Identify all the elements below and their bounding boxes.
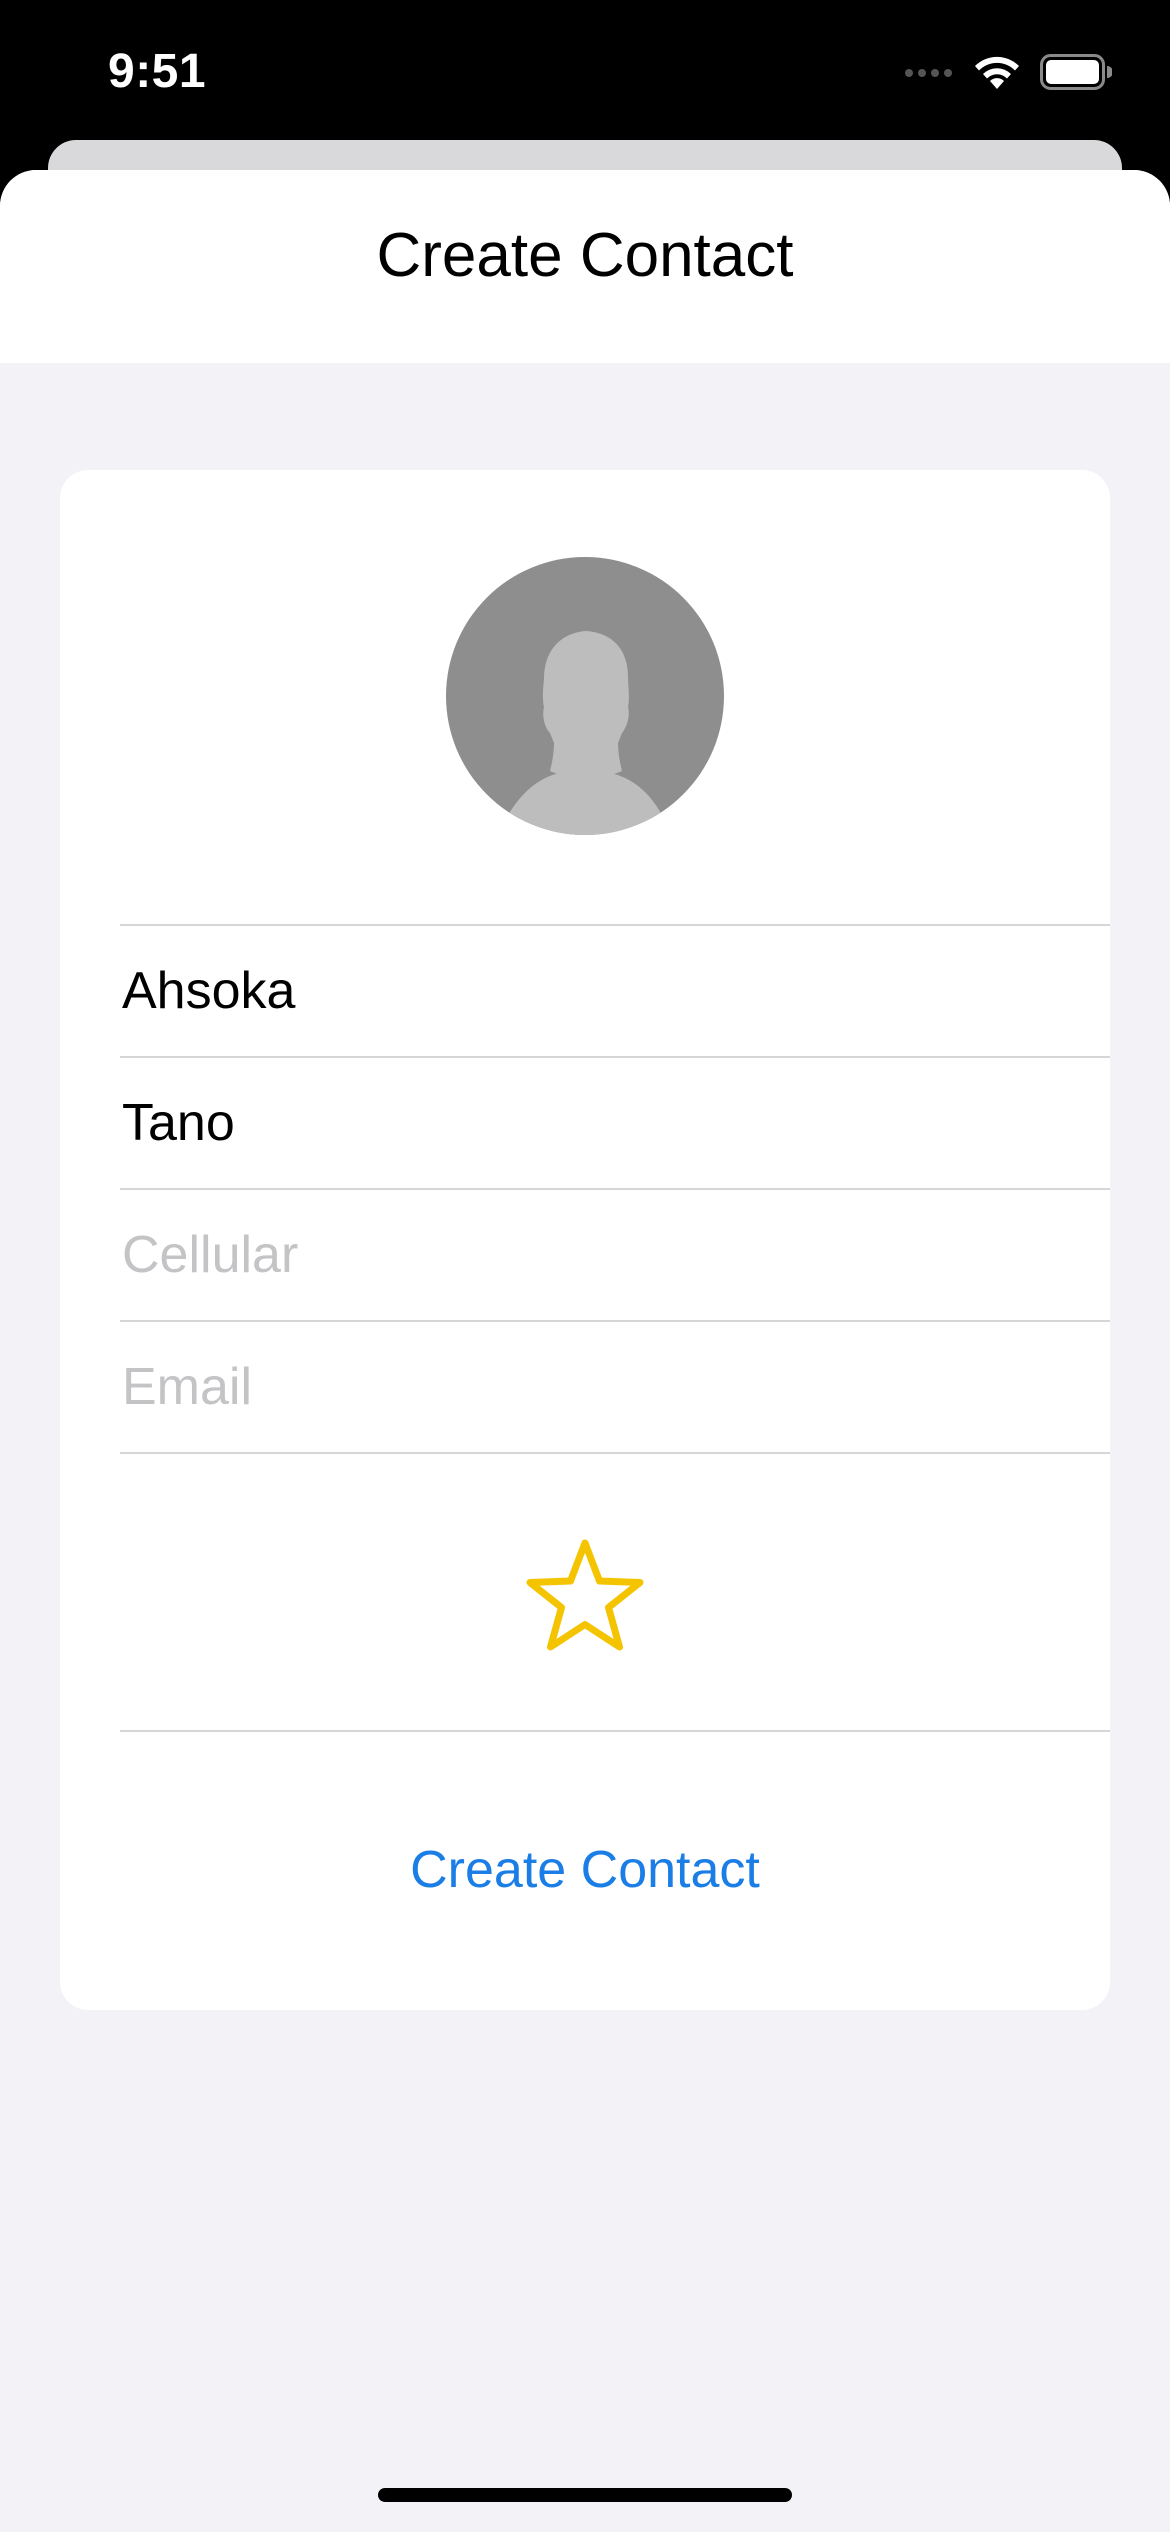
last-name-row xyxy=(120,1056,1110,1188)
contact-form-card: Create Contact xyxy=(60,470,1110,2010)
email-field[interactable] xyxy=(122,1322,1102,1452)
status-time: 9:51 xyxy=(108,45,207,98)
status-icons xyxy=(904,52,1113,96)
last-name-field[interactable] xyxy=(122,1058,1102,1188)
create-contact-button[interactable]: Create Contact xyxy=(60,1840,1110,1900)
cellular-row xyxy=(120,1188,1110,1320)
avatar[interactable] xyxy=(446,557,724,835)
navigation-bar: Create Contact xyxy=(0,170,1170,363)
home-indicator[interactable] xyxy=(378,2488,792,2502)
battery-icon xyxy=(1040,53,1113,95)
star-outline-icon xyxy=(526,1539,644,1651)
divider xyxy=(120,1452,1110,1454)
first-name-row xyxy=(120,924,1110,1056)
status-bar: 9:51 xyxy=(0,0,1170,140)
favorite-button[interactable] xyxy=(522,1535,648,1661)
page-title: Create Contact xyxy=(376,221,794,290)
divider xyxy=(120,1730,1110,1732)
first-name-field[interactable] xyxy=(122,926,1102,1056)
cellular-field[interactable] xyxy=(122,1190,1102,1320)
person-silhouette-icon xyxy=(508,631,662,835)
wifi-icon xyxy=(972,53,1022,96)
email-row xyxy=(120,1320,1110,1452)
signal-dots-icon xyxy=(904,65,954,83)
create-contact-sheet: Create Contact Create Contact xyxy=(0,170,1170,2532)
